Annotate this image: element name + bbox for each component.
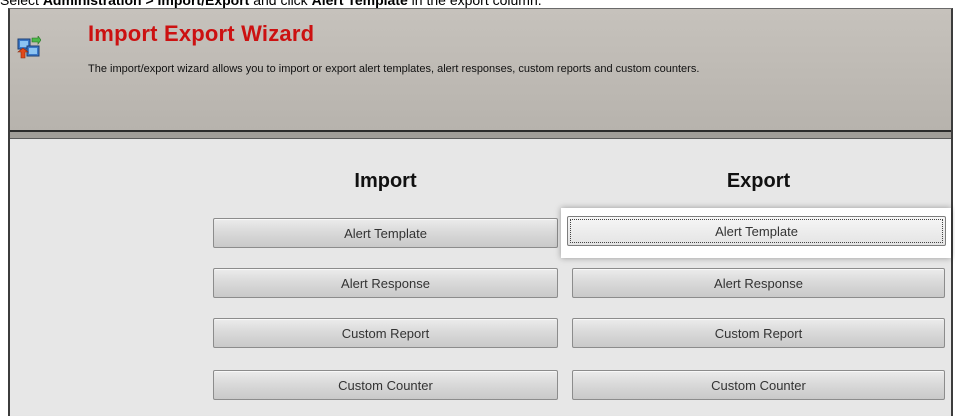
import-custom-counter-button[interactable]: Custom Counter (213, 370, 558, 400)
button-label: Alert Response (714, 275, 803, 291)
export-heading: Export (726, 170, 791, 192)
button-label: Alert Template (344, 225, 427, 241)
import-export-icon (17, 36, 41, 59)
button-label: Custom Report (341, 325, 430, 341)
instruction-suffix: in the export column. (407, 0, 542, 8)
instruction-text: Select Administration > Import/Export an… (0, 0, 542, 8)
export-alert-response-button[interactable]: Alert Response (572, 268, 945, 298)
button-label: Alert Template (715, 223, 798, 239)
import-alert-template-button[interactable]: Alert Template (213, 218, 558, 248)
instruction-menu-path: Administration > Import/Export (42, 0, 250, 8)
button-label: Alert Response (341, 275, 430, 291)
export-custom-report-button[interactable]: Custom Report (572, 318, 945, 348)
page-description: The import/export wizard allows you to i… (88, 63, 700, 75)
button-label: Custom Report (714, 325, 803, 341)
export-custom-counter-button[interactable]: Custom Counter (572, 370, 945, 400)
button-label: Custom Counter (338, 377, 433, 393)
instruction-target: Alert Template (311, 0, 408, 8)
import-custom-report-button[interactable]: Custom Report (213, 318, 558, 348)
instruction-middle: and click (249, 0, 312, 8)
import-alert-response-button[interactable]: Alert Response (213, 268, 558, 298)
import-heading: Import (354, 170, 417, 192)
export-alert-template-button[interactable]: Alert Template (567, 216, 946, 246)
button-label: Custom Counter (711, 377, 806, 393)
page-title: Import Export Wizard (88, 21, 315, 46)
instruction-prefix: Select (0, 0, 43, 8)
